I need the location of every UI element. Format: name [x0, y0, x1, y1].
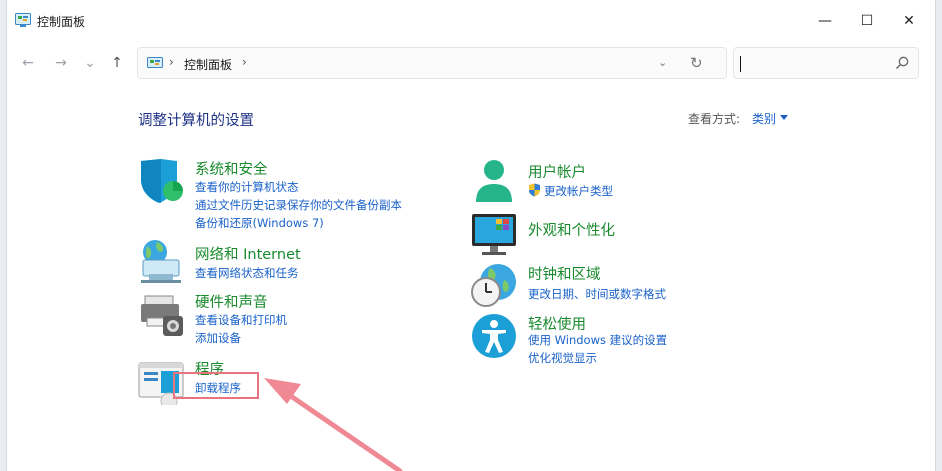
refresh-icon[interactable]: ↻ — [690, 54, 703, 72]
category-title-appearance[interactable]: 外观和个性化 — [528, 219, 615, 240]
printer-icon[interactable] — [137, 290, 185, 338]
category-title-ease-of-access[interactable]: 轻松使用 — [528, 313, 586, 334]
search-icon — [896, 56, 909, 69]
link-backup-restore[interactable]: 备份和还原(Windows 7) — [195, 215, 324, 231]
navigation-bar: ← → ⌄ ↑ › 控制面板 › ⌄ ↻ — [7, 44, 935, 82]
page-title: 调整计算机的设置 — [138, 113, 254, 129]
address-field[interactable]: › 控制面板 › ⌄ ↻ — [137, 47, 727, 79]
category-title-system-security[interactable]: 系统和安全 — [195, 158, 268, 179]
control-panel-window: 控制面板 — ☐ ✕ ← → ⌄ ↑ › 控制面板 › ⌄ ↻ 调整计算机的设置… — [6, 0, 936, 471]
close-icon: ✕ — [903, 13, 915, 29]
forward-button[interactable]: → — [50, 52, 72, 74]
up-button[interactable]: ↑ — [106, 52, 128, 74]
back-arrow-icon: ← — [22, 55, 34, 71]
up-arrow-icon: ↑ — [111, 55, 123, 71]
category-title-network-internet[interactable]: 网络和 Internet — [195, 243, 301, 264]
annotation-highlight-box — [173, 372, 259, 399]
user-icon[interactable] — [470, 158, 518, 206]
link-network-status[interactable]: 查看网络状态和任务 — [195, 265, 299, 281]
link-devices-printers[interactable]: 查看设备和打印机 — [195, 312, 287, 328]
control-panel-icon — [147, 57, 163, 68]
clock-globe-icon[interactable] — [470, 262, 518, 310]
shield-icon[interactable] — [137, 157, 185, 205]
uac-shield-icon — [529, 183, 540, 197]
minimize-button[interactable]: — — [805, 6, 845, 36]
accessibility-icon[interactable] — [470, 312, 518, 360]
address-history-dropdown-icon[interactable]: ⌄ — [658, 56, 667, 69]
back-button[interactable]: ← — [17, 52, 39, 74]
category-title-clock-region[interactable]: 时钟和区域 — [528, 263, 601, 284]
link-view-computer-status[interactable]: 查看你的计算机状态 — [195, 179, 299, 195]
network-globe-icon[interactable] — [137, 238, 185, 286]
link-file-history-backup[interactable]: 通过文件历史记录保存你的文件备份副本 — [195, 197, 402, 213]
view-by-arrow-icon[interactable] — [780, 115, 788, 120]
close-button[interactable]: ✕ — [889, 6, 929, 36]
breadcrumb-separator-icon[interactable]: › — [169, 55, 174, 69]
search-input[interactable] — [733, 47, 919, 79]
text-caret — [740, 56, 741, 72]
category-title-hardware-sound[interactable]: 硬件和声音 — [195, 291, 268, 312]
title-bar: 控制面板 — ☐ ✕ — [7, 0, 935, 42]
link-change-account-type[interactable]: 更改帐户类型 — [544, 183, 613, 199]
link-change-date-time-format[interactable]: 更改日期、时间或数字格式 — [528, 286, 666, 302]
link-recommended-settings[interactable]: 使用 Windows 建议的设置 — [528, 332, 667, 348]
link-optimize-visual-display[interactable]: 优化视觉显示 — [528, 350, 597, 366]
maximize-button[interactable]: ☐ — [847, 6, 887, 36]
breadcrumb-control-panel[interactable]: 控制面板 — [184, 56, 232, 73]
view-by-label: 查看方式: — [688, 112, 741, 126]
link-add-device[interactable]: 添加设备 — [195, 330, 241, 346]
forward-arrow-icon: → — [55, 55, 67, 71]
monitor-personalize-icon[interactable] — [470, 210, 518, 258]
chevron-down-icon: ⌄ — [84, 55, 96, 71]
window-title: 控制面板 — [37, 15, 86, 29]
category-title-user-accounts[interactable]: 用户帐户 — [528, 161, 586, 182]
control-panel-icon — [15, 13, 31, 27]
minimize-icon: — — [818, 13, 832, 29]
recent-locations-button[interactable]: ⌄ — [79, 52, 101, 74]
breadcrumb-separator-icon[interactable]: › — [242, 55, 247, 69]
maximize-icon: ☐ — [860, 13, 874, 29]
view-by-dropdown[interactable]: 类别 — [752, 110, 776, 127]
